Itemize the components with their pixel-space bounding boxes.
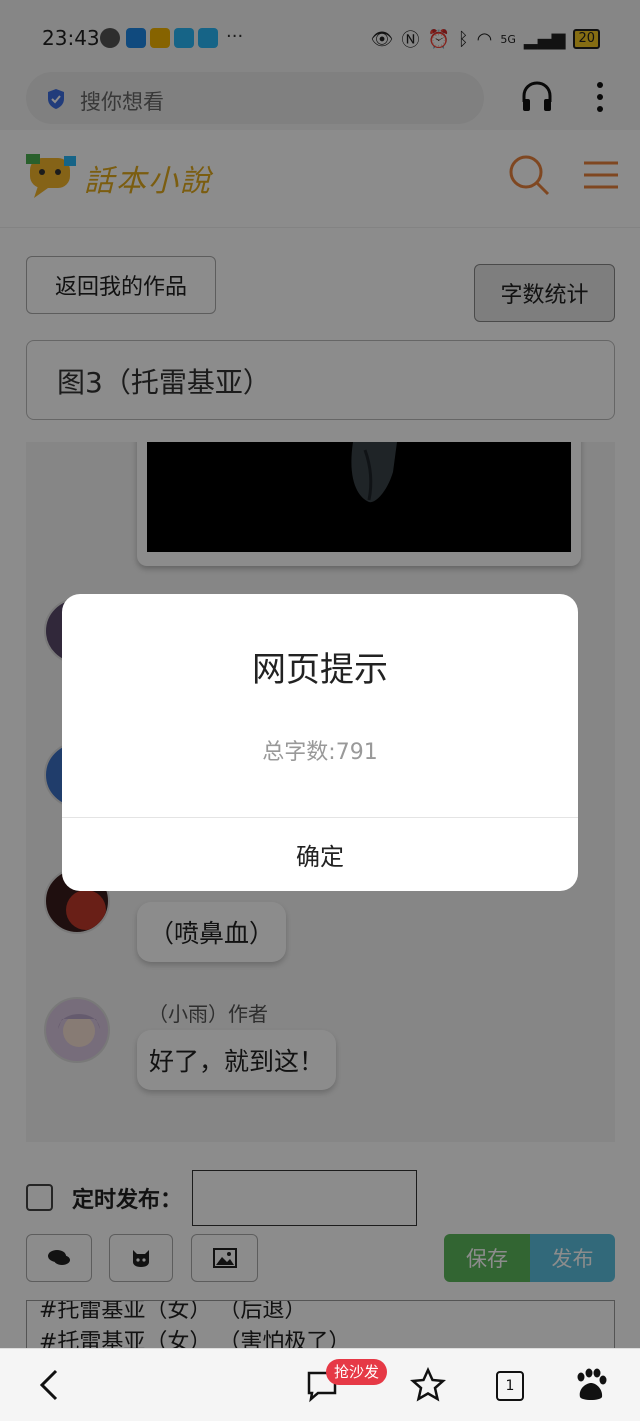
sofa-badge: 抢沙发 xyxy=(326,1359,388,1385)
browser-bottom-nav: 抢沙发 1 xyxy=(0,1348,640,1421)
back-icon[interactable] xyxy=(34,1367,70,1403)
tabs-button[interactable]: 1 xyxy=(496,1371,524,1401)
tabs-count: 1 xyxy=(505,1378,515,1394)
baidu-paw-icon[interactable] xyxy=(572,1367,608,1403)
dialog-title: 网页提示 xyxy=(252,650,388,690)
alert-dialog: 网页提示 总字数:791 确定 xyxy=(62,594,578,891)
star-icon[interactable] xyxy=(410,1367,446,1403)
dialog-ok-button[interactable]: 确定 xyxy=(62,818,578,891)
dialog-message: 总字数:791 xyxy=(262,740,378,765)
